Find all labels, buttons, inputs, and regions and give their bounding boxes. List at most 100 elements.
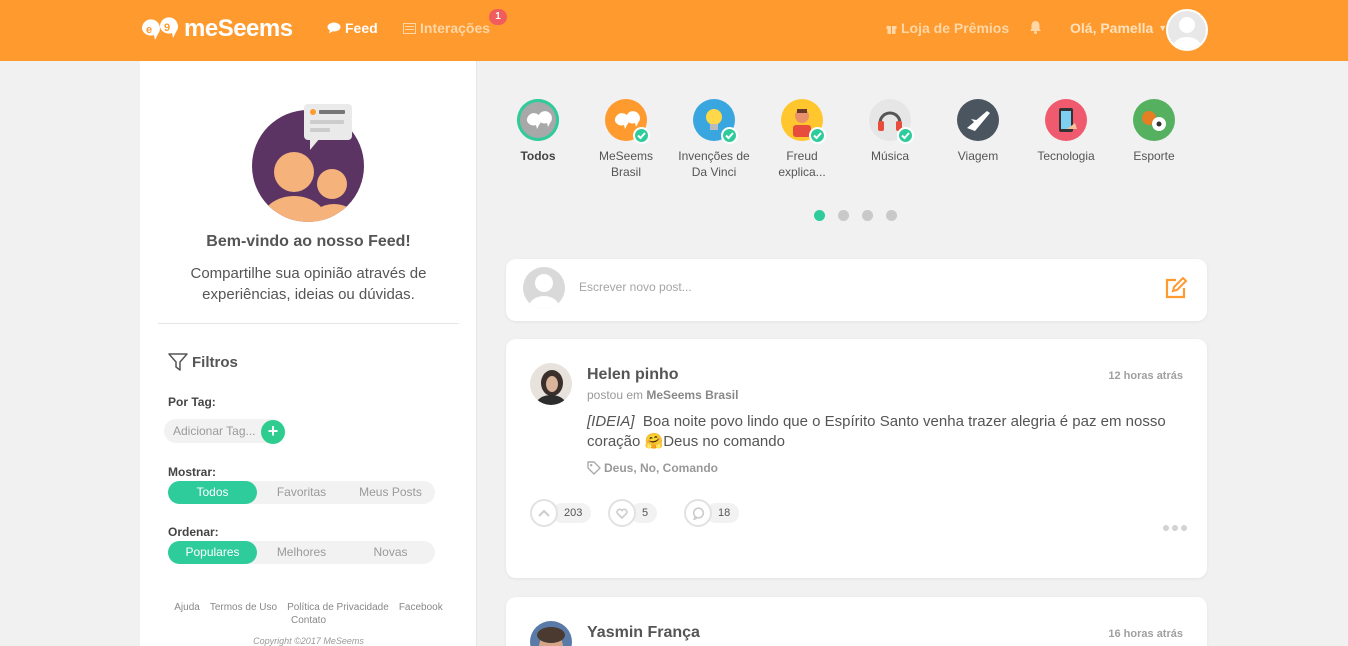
post-body: [IDEIA] Boa noite povo lindo que o Espír… xyxy=(587,412,1187,452)
category-label: Freud explica... xyxy=(778,149,826,179)
post-author[interactable]: Yasmin França xyxy=(587,624,700,642)
post-time: 12 horas atrás xyxy=(1108,370,1183,382)
carousel-dot-1[interactable] xyxy=(814,210,825,221)
welcome-title: Bem-vindo ao nosso Feed! xyxy=(206,233,411,250)
category-label: Música xyxy=(870,149,909,163)
add-tag-button[interactable]: + xyxy=(261,420,285,444)
category-tecnologia[interactable]: Tecnologia xyxy=(1026,99,1106,164)
category-label: Esporte xyxy=(1133,149,1175,163)
filters-title-label: Filtros xyxy=(192,353,238,371)
meseems-logo-icon xyxy=(517,99,559,141)
footer-links: Ajuda Termos de Uso Política de Privacidad… xyxy=(140,601,477,627)
meseems-logo-icon xyxy=(605,99,650,144)
carousel-dot-3[interactable] xyxy=(862,210,873,221)
category-meseems-brasil[interactable]: MeSeems Brasil xyxy=(586,99,666,180)
welcome-text: Compartilhe sua opinião através de exper… xyxy=(190,265,427,303)
footer-link-privacidade[interactable]: Política de Privacidade xyxy=(287,602,389,613)
default-avatar-icon xyxy=(1173,17,1201,49)
category-label: Tecnologia xyxy=(1037,149,1095,163)
category-label: MeSeems Brasil xyxy=(598,149,654,179)
category-esporte[interactable]: Esporte xyxy=(1114,99,1194,164)
more-options-icon[interactable] xyxy=(1160,525,1187,531)
post-origin: postou em MeSeems Brasil xyxy=(587,388,738,402)
photo-avatar-icon xyxy=(530,363,572,405)
show-option-favoritas[interactable]: Favoritas xyxy=(257,481,346,504)
upvote-group: 203 xyxy=(530,499,592,527)
category-viagem[interactable]: Viagem xyxy=(938,99,1018,164)
tag-label: Por Tag: xyxy=(168,395,216,409)
sort-label: Ordenar: xyxy=(168,525,219,539)
sort-segmented-control: Populares Melhores Novas xyxy=(168,541,435,564)
svg-text:e: e xyxy=(146,24,152,36)
meseems-logo-icon: e 9 xyxy=(141,17,178,40)
category-música[interactable]: Música xyxy=(850,99,930,164)
posted-prefix: postou em xyxy=(587,388,644,402)
check-icon xyxy=(897,127,914,144)
check-icon xyxy=(809,127,826,144)
like-button[interactable] xyxy=(608,499,636,527)
user-greeting: Olá, Pamella xyxy=(1070,20,1154,36)
balls-icon xyxy=(1133,99,1175,141)
post-tag-prefix: [IDEIA] xyxy=(587,413,635,430)
show-option-todos[interactable]: Todos xyxy=(168,481,257,504)
show-option-meus-posts[interactable]: Meus Posts xyxy=(346,481,435,504)
user-avatar[interactable] xyxy=(1166,9,1208,51)
nav-interacoes[interactable]: Interações xyxy=(403,20,490,36)
filters-title: Filtros xyxy=(168,352,238,372)
top-navbar: e 9 meSeems Feed Interações 1 Loja de Pr… xyxy=(0,0,1348,61)
category-freud-explica[interactable]: Freud explica... xyxy=(762,99,842,180)
author-avatar[interactable] xyxy=(530,363,572,405)
lightbulb-icon xyxy=(693,99,738,144)
post-group-link[interactable]: MeSeems Brasil xyxy=(646,388,738,402)
post-time: 16 horas atrás xyxy=(1108,628,1183,640)
gift-icon xyxy=(886,25,897,34)
post-card: Yasmin França 16 horas atrás xyxy=(506,597,1207,646)
author-avatar[interactable] xyxy=(530,621,572,646)
svg-text:9: 9 xyxy=(164,22,170,34)
post-composer xyxy=(506,259,1207,321)
notification-badge: 1 xyxy=(489,9,507,25)
category-todos[interactable]: Todos xyxy=(498,99,578,164)
carousel-dot-4[interactable] xyxy=(886,210,897,221)
sort-option-novas[interactable]: Novas xyxy=(346,541,435,564)
category-invenções-de-da-vinci[interactable]: Invenções de Da Vinci xyxy=(674,99,754,180)
nav-feed-label: Feed xyxy=(345,20,378,36)
rewards-store-link[interactable]: Loja de Prêmios xyxy=(886,20,1009,36)
post-author[interactable]: Helen pinho xyxy=(587,366,679,384)
footer-link-facebook[interactable]: Facebook xyxy=(399,602,443,613)
category-label: Invenções de Da Vinci xyxy=(678,149,750,179)
tag-icon xyxy=(587,461,601,475)
funnel-icon xyxy=(168,353,188,371)
check-icon xyxy=(633,127,650,144)
post-tags-text[interactable]: Deus, No, Comando xyxy=(604,461,718,475)
show-segmented-control: Todos Favoritas Meus Posts xyxy=(168,481,435,504)
sort-option-melhores[interactable]: Melhores xyxy=(257,541,346,564)
rewards-store-label: Loja de Prêmios xyxy=(901,20,1010,36)
category-label: Viagem xyxy=(957,149,999,163)
divider xyxy=(158,323,459,324)
chevron-up-icon xyxy=(538,509,550,517)
footer-link-termos[interactable]: Termos de Uso xyxy=(210,602,277,613)
person-icon xyxy=(781,99,826,144)
edit-icon[interactable] xyxy=(1163,276,1188,301)
show-label: Mostrar: xyxy=(168,465,217,479)
meseems-logo[interactable]: e 9 meSeems xyxy=(140,14,293,44)
bell-icon[interactable] xyxy=(1029,20,1042,35)
phone-icon xyxy=(1045,99,1087,141)
new-post-input[interactable] xyxy=(579,277,1139,297)
footer-link-ajuda[interactable]: Ajuda xyxy=(174,602,200,613)
welcome-illustration xyxy=(252,104,364,222)
sort-option-populares[interactable]: Populares xyxy=(168,541,257,564)
carousel-pagination xyxy=(814,210,910,221)
user-menu[interactable]: Olá, Pamella ▼ xyxy=(1070,20,1167,36)
photo-avatar-icon xyxy=(530,621,572,646)
upvote-button[interactable] xyxy=(530,499,558,527)
post-text: Boa noite povo lindo que o Espírito Sant… xyxy=(587,413,1166,450)
carousel-dot-2[interactable] xyxy=(838,210,849,221)
comment-button[interactable] xyxy=(684,499,712,527)
footer-link-contato[interactable]: Contato xyxy=(291,615,326,626)
heart-icon xyxy=(616,508,628,519)
nav-feed[interactable]: Feed xyxy=(327,20,378,36)
headphones-icon xyxy=(869,99,914,144)
category-label: Todos xyxy=(520,149,556,163)
